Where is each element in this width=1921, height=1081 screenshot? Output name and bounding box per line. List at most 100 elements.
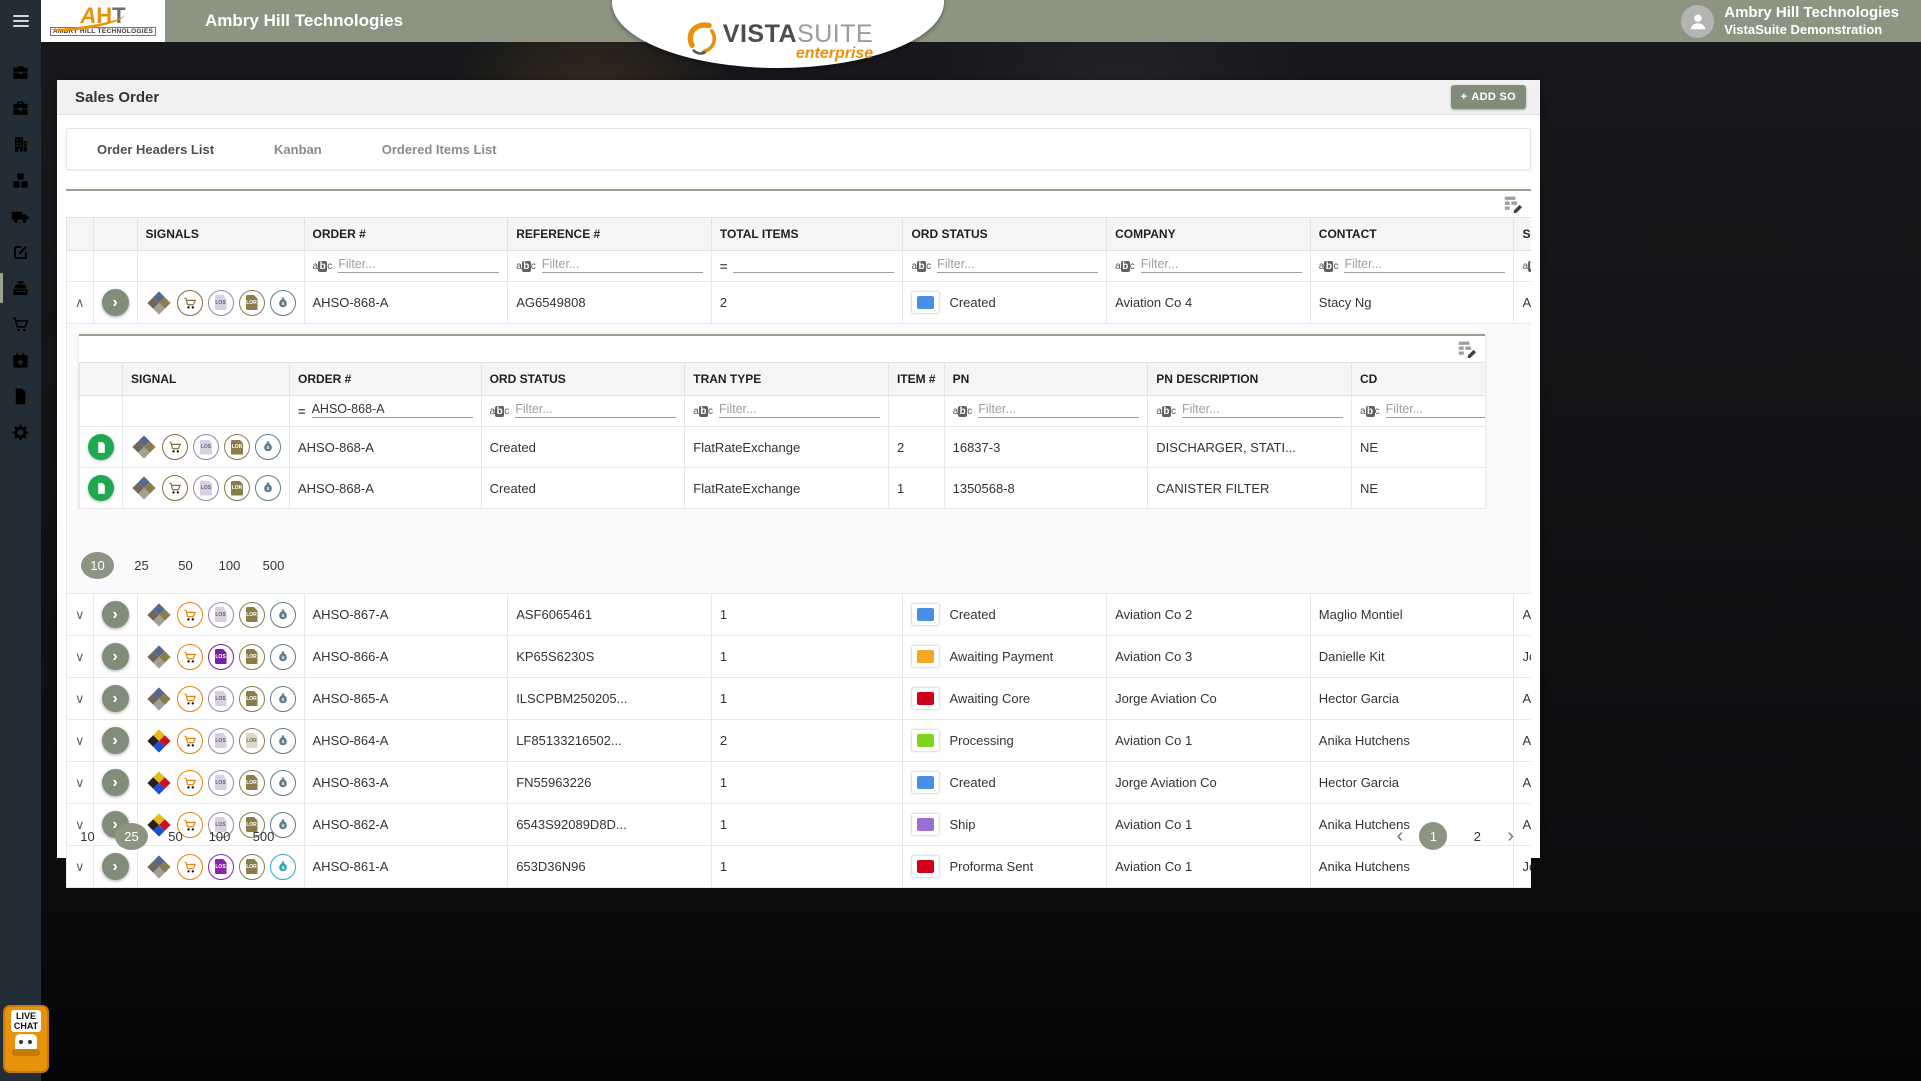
lor-document-icon[interactable]: LOR [224, 475, 250, 501]
filter-input[interactable] [311, 402, 473, 418]
item-document-button[interactable] [88, 434, 114, 460]
column-header-ord-status[interactable]: ORD STATUS [480, 362, 686, 396]
filter-input[interactable] [1140, 257, 1302, 273]
sidebar-item-building[interactable] [0, 126, 41, 162]
column-header-item-[interactable]: ITEM # [887, 362, 945, 396]
cart-signal-icon[interactable] [176, 601, 203, 628]
orders-prev-page-icon[interactable]: ‹ [1397, 826, 1404, 846]
filter-input[interactable] [515, 402, 677, 418]
row-expand-chevron[interactable]: ∨ [75, 775, 85, 790]
lor-document-icon[interactable]: LOR [238, 769, 265, 796]
line-items-page-size-100[interactable]: 100 [213, 552, 246, 579]
orders-page-2[interactable]: 2 [1463, 822, 1491, 850]
tab-kanban[interactable]: Kanban [274, 142, 322, 157]
money-bag-icon[interactable]: $ [269, 685, 296, 712]
los-document-icon[interactable]: LOS [193, 434, 219, 460]
los-document-icon[interactable]: LOS [207, 643, 234, 670]
column-header-pn[interactable]: PN [943, 362, 1149, 396]
filter-input[interactable] [338, 257, 500, 273]
line-items-page-size-50[interactable]: 50 [169, 552, 202, 579]
filter-input[interactable] [1181, 402, 1343, 418]
aht-logo[interactable]: AHT AMBRY HILL TECHNOLOGIES [41, 0, 165, 42]
orders-page-size-10[interactable]: 10 [71, 823, 104, 850]
cart-signal-icon[interactable] [176, 289, 203, 316]
filter-input[interactable] [733, 257, 895, 273]
sidebar-item-briefcase[interactable] [0, 54, 41, 90]
lor-document-icon[interactable]: LOR [238, 643, 265, 670]
orders-page-size-50[interactable]: 50 [159, 823, 192, 850]
open-order-button[interactable]: › [101, 643, 129, 670]
line-items-edit-icon[interactable] [1457, 340, 1477, 358]
filter-input[interactable] [718, 402, 880, 418]
cart-signal-icon[interactable] [176, 727, 203, 754]
cart-signal-icon[interactable] [176, 685, 203, 712]
money-bag-icon[interactable]: $ [255, 434, 281, 460]
filter-input[interactable] [937, 257, 1099, 273]
lor-document-icon[interactable]: LOR [238, 853, 265, 880]
orders-page-size-25[interactable]: 25 [115, 822, 148, 850]
row-expand-chevron[interactable]: ∨ [75, 859, 85, 874]
orders-page-size-100[interactable]: 100 [203, 823, 236, 850]
open-order-button[interactable]: › [101, 289, 129, 316]
open-order-button[interactable]: › [101, 685, 129, 712]
sidebar-item-cash-register[interactable] [0, 270, 41, 306]
column-header-pn-description[interactable]: PN DESCRIPTION [1147, 362, 1352, 396]
filter-input[interactable] [1344, 257, 1506, 273]
money-bag-icon[interactable]: $ [269, 601, 296, 628]
los-document-icon[interactable]: LOS [207, 601, 234, 628]
cart-signal-icon[interactable] [162, 475, 188, 501]
filter-input[interactable] [978, 402, 1140, 418]
money-bag-icon[interactable]: $ [269, 769, 296, 796]
money-bag-icon[interactable]: $ [269, 727, 296, 754]
table-edit-icon[interactable] [1503, 195, 1523, 213]
line-items-page-size-25[interactable]: 25 [125, 552, 158, 579]
orders-page-1[interactable]: 1 [1419, 822, 1448, 850]
column-header-ship-to-company[interactable]: SHIP TO COMPANY [1513, 217, 1531, 251]
column-header-order-[interactable]: ORDER # [289, 362, 482, 396]
row-expand-chevron[interactable]: ∧ [75, 295, 85, 310]
sidebar-item-compose[interactable] [0, 234, 41, 270]
add-so-button[interactable]: + ADD SO [1450, 85, 1526, 109]
row-expand-chevron[interactable]: ∨ [75, 733, 85, 748]
los-document-icon[interactable]: LOS [207, 769, 234, 796]
lor-document-icon[interactable]: LOR [224, 434, 250, 460]
column-header-order-[interactable]: ORDER # [303, 217, 509, 251]
tab-ordered-items-list[interactable]: Ordered Items List [382, 142, 497, 157]
los-document-icon[interactable]: LOS [207, 727, 234, 754]
lor-document-icon[interactable]: LOR [238, 601, 265, 628]
live-chat-button[interactable]: LIVE CHAT [3, 1005, 49, 1073]
column-header-company[interactable]: COMPANY [1106, 217, 1311, 251]
column-header-cd[interactable]: CD [1350, 362, 1485, 396]
line-items-page-size-500[interactable]: 500 [257, 552, 290, 579]
line-items-page-size-10[interactable]: 10 [81, 551, 114, 579]
column-header-ord-status[interactable]: ORD STATUS [902, 217, 1108, 251]
money-bag-icon[interactable]: $ [269, 643, 296, 670]
column-header-reference-[interactable]: REFERENCE # [507, 217, 712, 251]
lor-document-icon[interactable]: LOR [238, 685, 265, 712]
sidebar-item-calendar-add[interactable] [0, 342, 41, 378]
sidebar-item-shopping-cart[interactable] [0, 306, 41, 342]
money-bag-icon[interactable]: $ [269, 853, 296, 880]
row-expand-chevron[interactable]: ∨ [75, 691, 85, 706]
user-menu[interactable]: Ambry Hill Technologies VistaSuite Demon… [1681, 4, 1899, 38]
open-order-button[interactable]: › [101, 601, 129, 628]
tab-order-headers-list[interactable]: Order Headers List [97, 142, 214, 157]
money-bag-icon[interactable]: $ [255, 475, 281, 501]
menu-toggle-button[interactable] [0, 0, 41, 42]
filter-input[interactable] [541, 257, 703, 273]
cart-signal-icon[interactable] [176, 643, 203, 670]
column-header-contact[interactable]: CONTACT [1309, 217, 1515, 251]
sidebar-item-settings[interactable] [0, 414, 41, 450]
filter-input[interactable] [1385, 402, 1485, 418]
column-header-signals[interactable]: SIGNALS [136, 217, 305, 251]
lor-document-icon[interactable]: LOR [238, 289, 265, 316]
open-order-button[interactable]: › [101, 769, 129, 796]
column-header-signal[interactable]: SIGNAL [122, 362, 290, 396]
sidebar-item-cubes[interactable] [0, 162, 41, 198]
los-document-icon[interactable]: LOS [207, 289, 234, 316]
row-expand-chevron[interactable]: ∨ [75, 649, 85, 664]
sidebar-item-document[interactable] [0, 378, 41, 414]
cart-signal-icon[interactable] [176, 769, 203, 796]
los-document-icon[interactable]: LOS [193, 475, 219, 501]
column-header-tran-type[interactable]: TRAN TYPE [684, 362, 889, 396]
